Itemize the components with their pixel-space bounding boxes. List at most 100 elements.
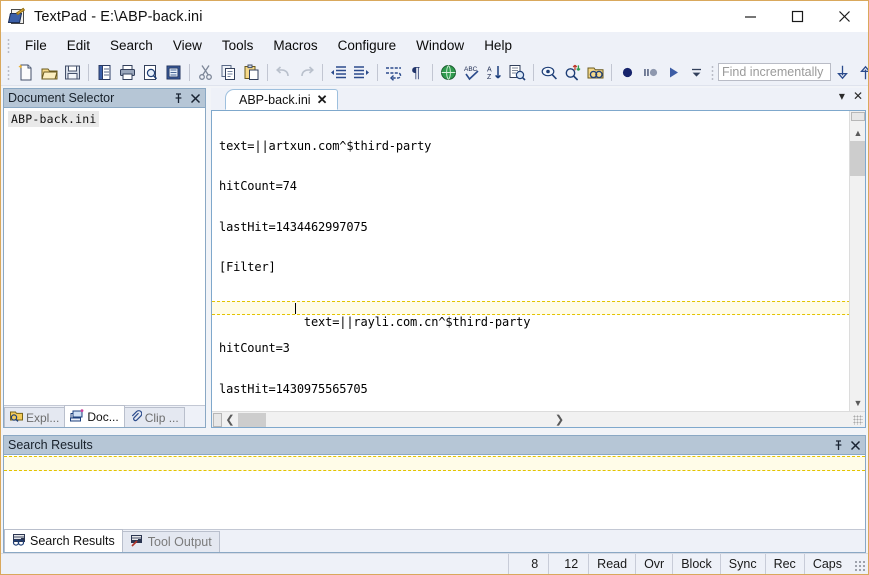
print-button[interactable]	[116, 61, 139, 84]
find-button[interactable]	[538, 61, 561, 84]
pilcrow-icon-button[interactable]: ¶	[405, 61, 428, 84]
sort-button[interactable]: AZ	[483, 61, 506, 84]
page-setup-button[interactable]	[162, 61, 185, 84]
decrease-indent-button[interactable]	[327, 61, 350, 84]
menu-help[interactable]: Help	[474, 34, 522, 57]
document-selector-panel: Document Selector ABP-back.ini Expl... D…	[3, 88, 206, 428]
scroll-left-button[interactable]: ❮	[222, 412, 238, 428]
tab-clip-library[interactable]: Clip ...	[123, 407, 185, 427]
title-bar: TextPad - E:\ABP-back.ini	[1, 1, 868, 32]
tab-document-selector[interactable]: Doc...	[64, 405, 125, 427]
menu-file[interactable]: File	[15, 34, 57, 57]
chevron-down-icon[interactable]: ▾	[839, 89, 845, 103]
tab-explorer-label: Expl...	[26, 410, 60, 425]
toolbar-drag-grip[interactable]	[7, 64, 10, 80]
find-replace-button[interactable]	[561, 61, 584, 84]
document-selector-list[interactable]: ABP-back.ini	[4, 108, 205, 405]
pin-icon[interactable]	[171, 91, 186, 106]
menu-tools[interactable]: Tools	[212, 34, 264, 57]
status-sync-mode[interactable]: Sync	[719, 554, 765, 574]
print-preview-button[interactable]	[139, 61, 162, 84]
editor-horizontal-scrollbar[interactable]: ❮ ❯	[212, 411, 865, 427]
tab-document-selector-label: Doc...	[87, 409, 119, 424]
menu-configure[interactable]: Configure	[328, 34, 407, 57]
pin-icon[interactable]	[831, 438, 846, 453]
pause-macro-button[interactable]	[639, 61, 662, 84]
scroll-right-button[interactable]: ❯	[552, 412, 568, 428]
svg-text:A: A	[487, 66, 492, 73]
editor-vertical-scrollbar[interactable]: ▲ ▼	[849, 111, 865, 411]
toolbar-separator	[533, 63, 534, 81]
new-document-button[interactable]	[15, 61, 38, 84]
paste-button[interactable]	[240, 61, 263, 84]
menu-drag-grip[interactable]	[7, 38, 10, 53]
close-button[interactable]	[821, 1, 868, 32]
list-item[interactable]: ABP-back.ini	[8, 111, 100, 127]
find-next-button[interactable]	[831, 61, 854, 84]
editor-line: lastHit=1434462997075	[219, 219, 368, 234]
word-wrap-button[interactable]	[382, 61, 405, 84]
find-toolbar-grip[interactable]	[711, 64, 714, 80]
clip-library-icon	[130, 410, 143, 425]
search-results-content[interactable]	[4, 455, 865, 529]
toolbar-separator	[189, 63, 190, 81]
play-macro-button[interactable]	[662, 61, 685, 84]
menu-search[interactable]: Search	[100, 34, 163, 57]
status-read-mode[interactable]: Read	[588, 554, 635, 574]
tab-search-results[interactable]: Search Results	[4, 529, 123, 552]
find-in-files-button[interactable]	[584, 61, 607, 84]
search-results-title: Search Results	[8, 438, 93, 452]
split-view-handle[interactable]	[851, 112, 865, 121]
status-record-mode[interactable]: Rec	[764, 554, 804, 574]
resize-grip[interactable]	[853, 414, 863, 425]
menu-bar: File Edit Search View Tools Macros Confi…	[1, 32, 868, 59]
tab-tool-output[interactable]: Tool Output	[121, 531, 220, 552]
find-previous-button[interactable]	[854, 61, 868, 84]
status-block-mode[interactable]: Block	[672, 554, 720, 574]
editor-line: lastHit=1430975565705	[219, 381, 368, 396]
spell-check-button[interactable]: ABC	[460, 61, 483, 84]
close-icon[interactable]	[848, 438, 863, 453]
copy-button[interactable]	[217, 61, 240, 84]
maximize-button[interactable]	[774, 1, 821, 32]
undo-button[interactable]	[272, 61, 295, 84]
record-macro-button[interactable]	[616, 61, 639, 84]
editor-text-surface[interactable]: text=||artxun.com^$third-party hitCount=…	[212, 111, 849, 411]
vertical-scroll-thumb[interactable]	[850, 141, 865, 176]
increase-indent-button[interactable]	[350, 61, 373, 84]
menu-edit[interactable]: Edit	[57, 34, 100, 57]
main-toolbar: ¶ ABC AZ Find incrementally	[1, 59, 868, 86]
menu-macros[interactable]: Macros	[263, 34, 327, 57]
explorer-icon	[10, 410, 23, 425]
status-bar: 8 12 Read Ovr Block Sync Rec Caps	[1, 553, 868, 574]
cut-button[interactable]	[194, 61, 217, 84]
close-icon[interactable]: ✕	[317, 92, 328, 108]
menu-window[interactable]: Window	[406, 34, 474, 57]
status-overwrite-mode[interactable]: Ovr	[635, 554, 672, 574]
toolbar-overflow-button[interactable]	[685, 61, 708, 84]
tool-output-icon	[130, 534, 144, 550]
svg-text:Z: Z	[487, 74, 492, 81]
window-resize-grip[interactable]	[854, 560, 866, 572]
document-properties-button[interactable]	[93, 61, 116, 84]
compare-files-button[interactable]	[506, 61, 529, 84]
minimize-button[interactable]	[727, 1, 774, 32]
horizontal-scroll-thumb[interactable]	[238, 412, 266, 427]
open-folder-button[interactable]	[38, 61, 61, 84]
document-tab-abp-back-ini[interactable]: ABP-back.ini ✕	[225, 89, 339, 110]
window-title: TextPad - E:\ABP-back.ini	[34, 8, 203, 25]
scroll-down-button[interactable]: ▼	[850, 395, 865, 411]
tab-explorer[interactable]: Expl...	[4, 407, 66, 427]
close-icon[interactable]: ✕	[853, 89, 863, 103]
redo-button[interactable]	[295, 61, 318, 84]
split-view-handle-horizontal[interactable]	[213, 412, 222, 427]
text-editor[interactable]: text=||artxun.com^$third-party hitCount=…	[211, 110, 866, 428]
editor-line-text: text=||rayli.com.cn^$third-party	[303, 314, 531, 329]
menu-view[interactable]: View	[163, 34, 212, 57]
web-preview-button[interactable]	[437, 61, 460, 84]
close-icon[interactable]	[188, 91, 203, 106]
find-incrementally-input[interactable]: Find incrementally	[718, 63, 831, 81]
scroll-up-button[interactable]: ▲	[850, 125, 865, 141]
save-button[interactable]	[61, 61, 84, 84]
status-caps-lock[interactable]: Caps	[803, 554, 850, 574]
